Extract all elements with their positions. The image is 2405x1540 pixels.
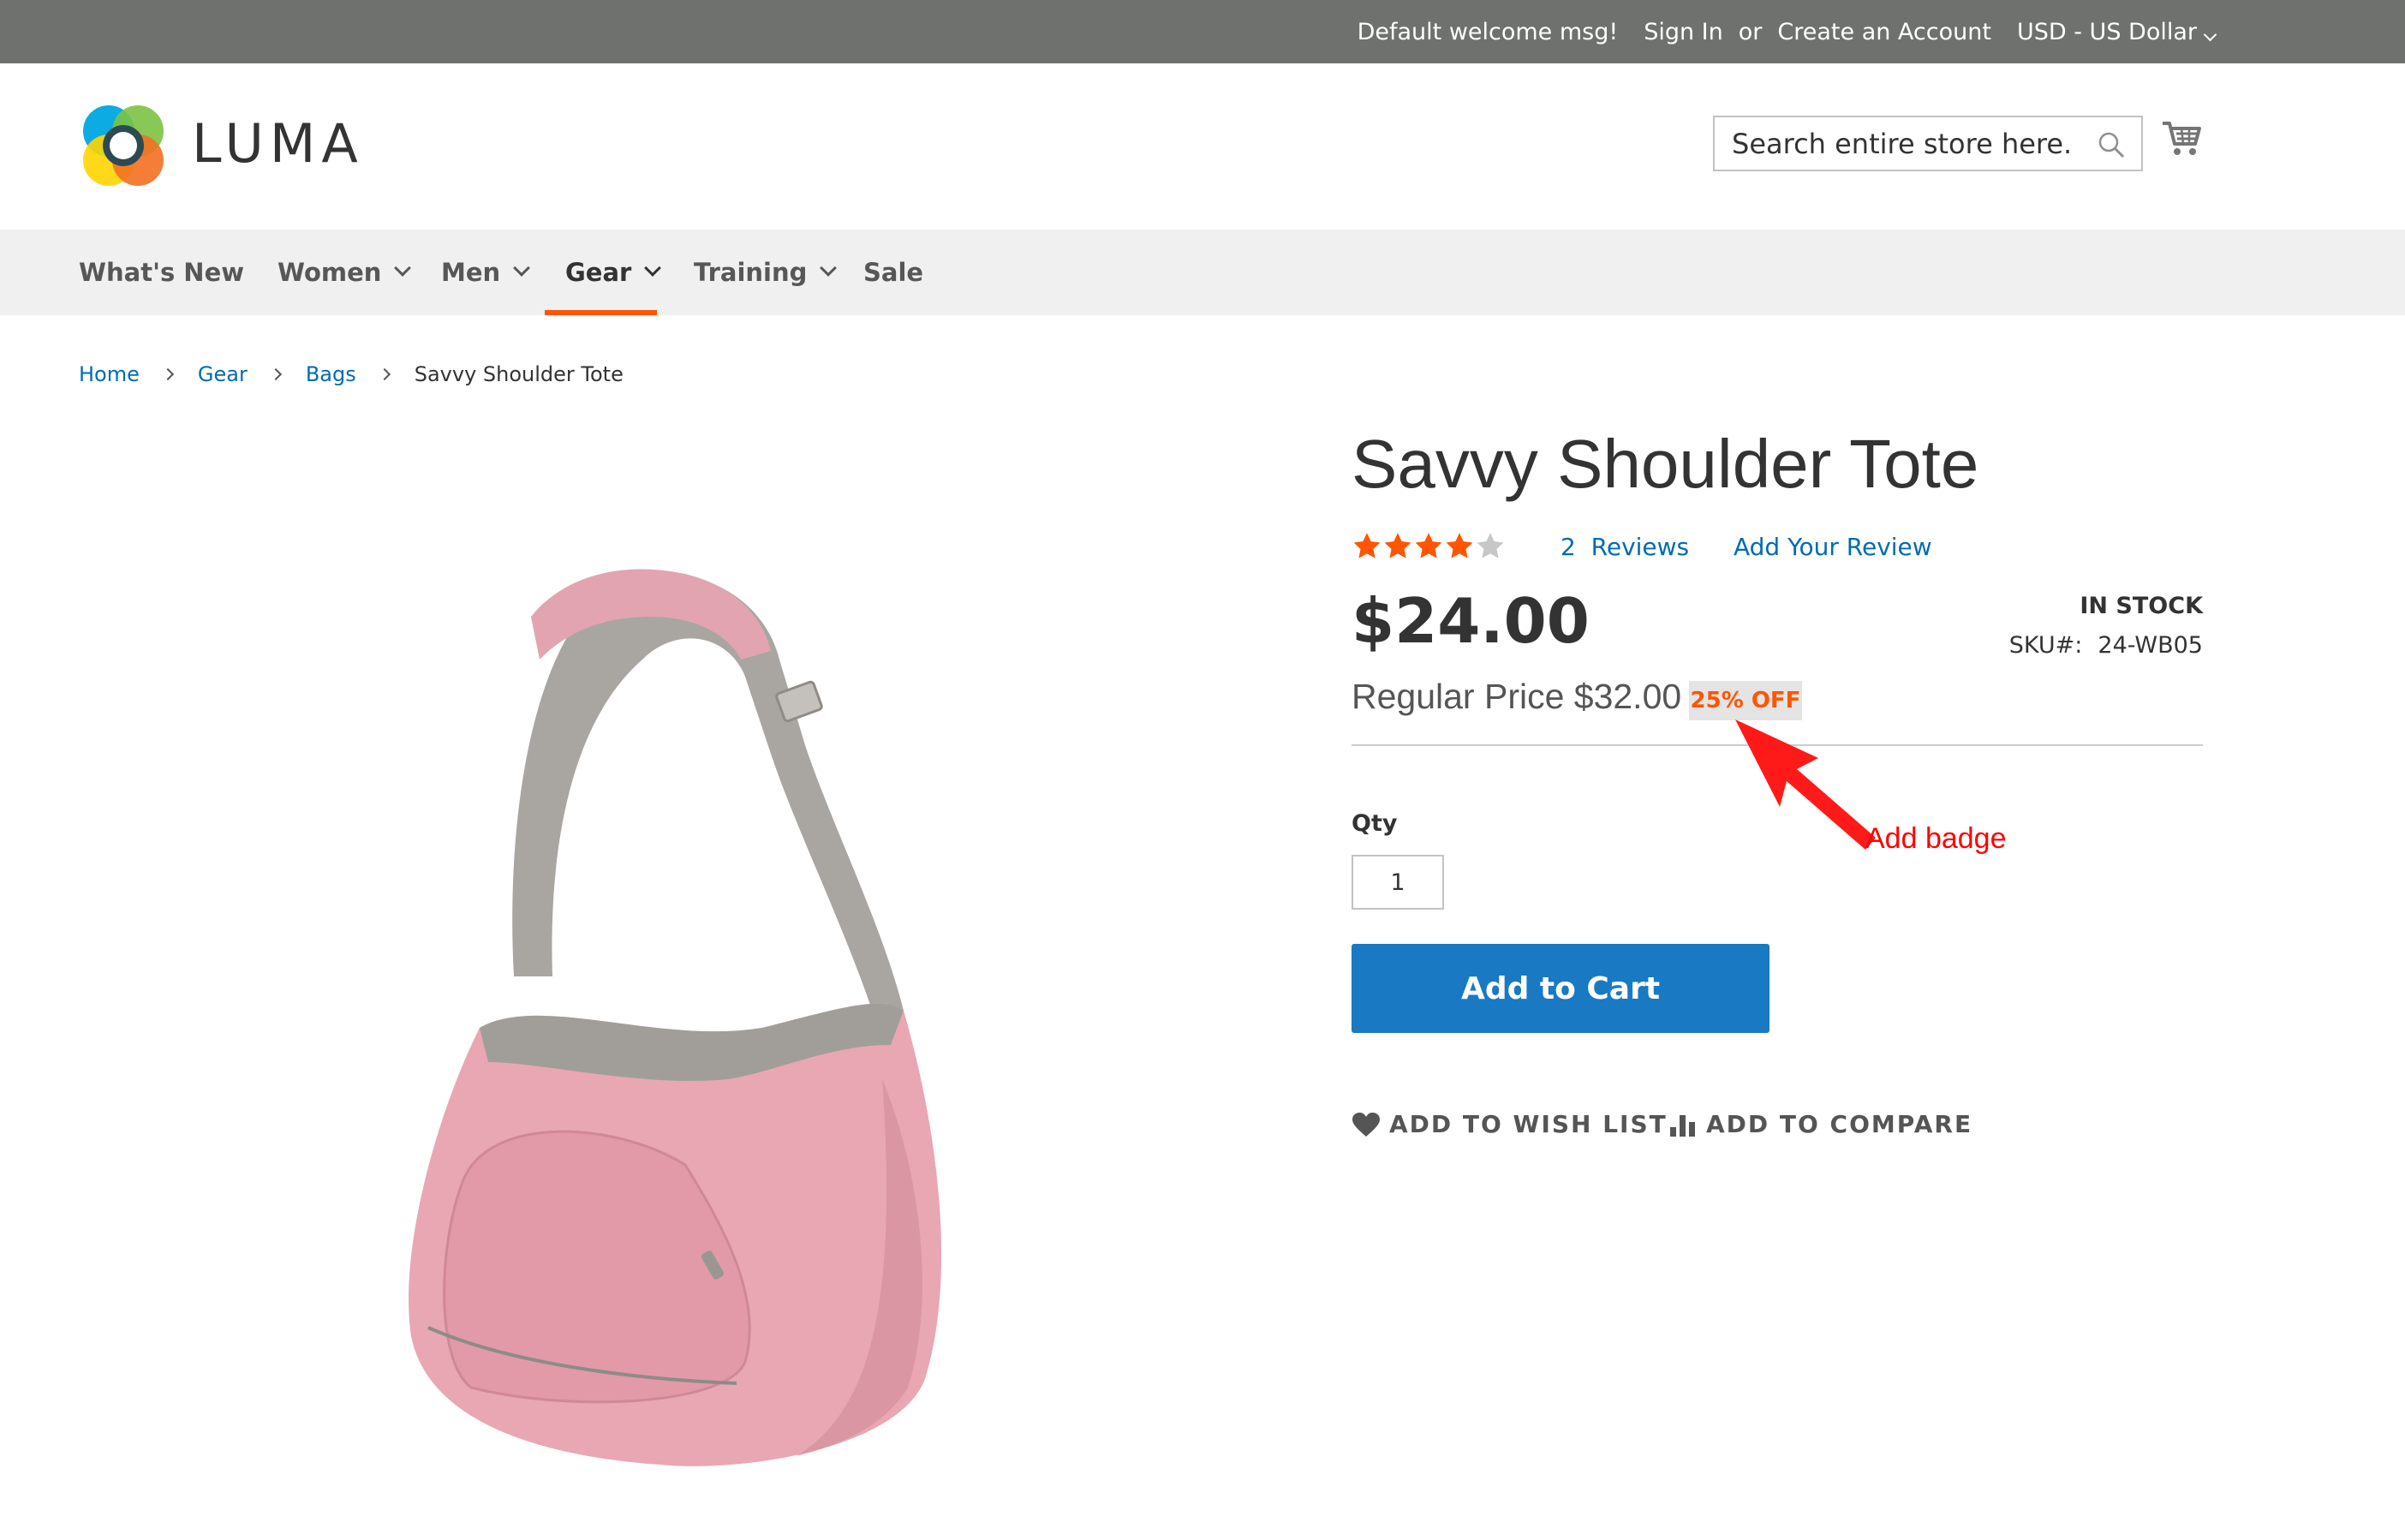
currency-switcher[interactable]: USD - US Dollar: [2016, 18, 2217, 45]
sku-label: SKU#:: [2008, 632, 2083, 659]
qty-label: Qty: [1352, 810, 1398, 837]
chevron-down-icon: [644, 260, 662, 277]
sku-line: SKU#: 24-WB05: [2009, 632, 2203, 659]
chevron-right-icon: [269, 367, 282, 381]
regular-price: Regular Price $32.00: [1352, 677, 1682, 716]
nav-item-training[interactable]: Training: [694, 230, 838, 315]
chevron-right-icon: [378, 367, 391, 381]
nav-item-men[interactable]: Men: [441, 230, 531, 315]
heart-icon: [1352, 1112, 1380, 1137]
add-to-wishlist-link[interactable]: ADD TO WISH LIST: [1352, 1110, 1668, 1138]
breadcrumb: Home Gear Bags Savvy Shoulder Tote: [79, 360, 624, 389]
search-icon[interactable]: [2097, 130, 2126, 159]
add-to-compare-link[interactable]: ADD TO COMPARE: [1668, 1110, 1972, 1138]
star-filled-icon: [1384, 533, 1411, 558]
reviews-link[interactable]: 2 Reviews: [1561, 533, 1689, 561]
add-to-cart-button[interactable]: Add to Cart: [1352, 944, 1769, 1033]
annotation-arrow-icon: [1735, 719, 1876, 850]
nav-item-label: Men: [441, 258, 501, 287]
nav-item-label: Training: [694, 258, 808, 287]
top-links: Default welcome msg! Sign In or Create a…: [1357, 0, 2217, 63]
product-image[interactable]: [403, 565, 959, 1482]
stock-status: IN STOCK: [2080, 593, 2203, 619]
chevron-down-icon: [820, 260, 838, 277]
cart-icon[interactable]: [2161, 118, 2202, 158]
or-text: or: [1738, 18, 1763, 45]
star-filled-icon: [1446, 533, 1473, 558]
nav-item-label: What's New: [79, 258, 245, 287]
product-title: Savvy Shoulder Tote: [1352, 426, 1979, 502]
nav-item-women[interactable]: Women: [278, 230, 412, 315]
wishlist-label: ADD TO WISH LIST: [1389, 1110, 1668, 1138]
search-box: [1713, 116, 2143, 171]
nav-item-label: Women: [278, 258, 382, 287]
star-empty-icon: [1477, 533, 1504, 558]
bar-chart-icon: [1670, 1114, 1695, 1137]
nav-item-whats-new[interactable]: What's New: [79, 230, 244, 315]
breadcrumb-current: Savvy Shoulder Tote: [414, 362, 624, 386]
breadcrumb-gear[interactable]: Gear: [198, 362, 248, 386]
logo-text[interactable]: LUMA: [192, 113, 364, 175]
nav-item-gear[interactable]: Gear: [565, 230, 662, 315]
reviews-count: 2: [1561, 533, 1576, 561]
chevron-right-icon: [161, 367, 174, 381]
compare-label: ADD TO COMPARE: [1706, 1110, 1973, 1138]
nav-item-sale[interactable]: Sale: [863, 230, 923, 315]
welcome-message: Default welcome msg!: [1357, 18, 1619, 45]
currency-label: USD - US Dollar: [2016, 18, 2197, 45]
rating-stars: [1352, 531, 1506, 562]
qty-input[interactable]: [1352, 855, 1444, 910]
create-account-link[interactable]: Create an Account: [1777, 19, 1991, 45]
nav-item-label: Sale: [863, 258, 924, 287]
star-filled-icon: [1415, 533, 1442, 558]
luma-logo-icon[interactable]: [79, 101, 168, 190]
sign-in-link[interactable]: Sign In: [1644, 19, 1723, 45]
chevron-down-icon: [513, 260, 531, 277]
star-filled-icon: [1353, 533, 1381, 558]
annotation-text: Add badge: [1865, 822, 2007, 855]
chevron-down-icon: [2203, 27, 2217, 41]
breadcrumb-bags[interactable]: Bags: [306, 362, 356, 386]
breadcrumb-home[interactable]: Home: [79, 362, 140, 386]
search-input[interactable]: [1715, 127, 2074, 160]
chevron-down-icon: [394, 260, 412, 277]
final-price: $24.00: [1352, 585, 1590, 657]
nav-active-indicator: [545, 310, 657, 315]
main-nav: What's New Women Men Gear Training Sale: [0, 230, 2405, 315]
top-panel: Default welcome msg! Sign In or Create a…: [0, 0, 2405, 63]
reviews-label: Reviews: [1590, 533, 1690, 561]
nav-item-label: Gear: [565, 258, 632, 287]
add-review-link[interactable]: Add Your Review: [1734, 533, 1932, 561]
sku-value: 24-WB05: [2098, 632, 2203, 659]
